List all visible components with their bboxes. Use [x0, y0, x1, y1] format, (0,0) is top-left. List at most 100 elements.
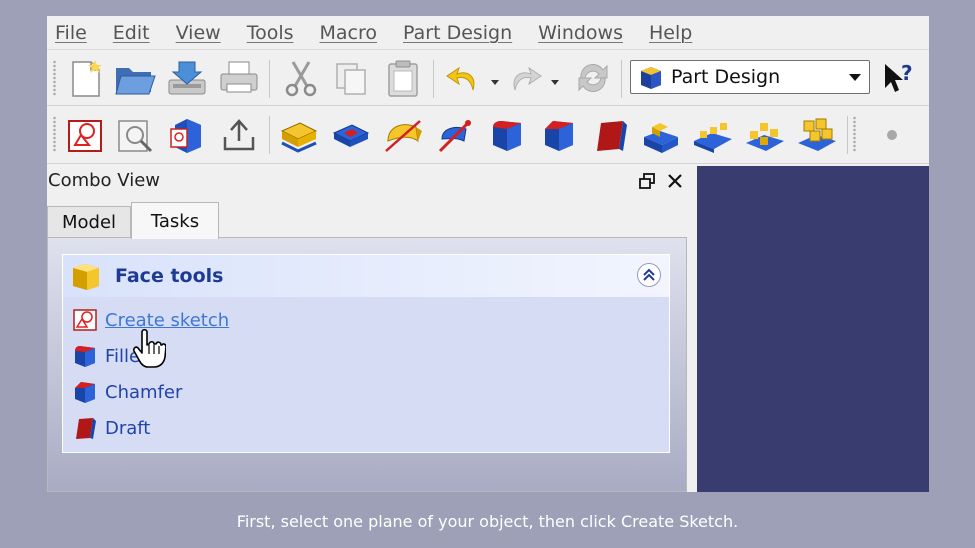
menu-file[interactable]: File	[55, 22, 87, 44]
chevron-double-up-icon	[643, 268, 655, 281]
paste-button[interactable]	[381, 56, 425, 100]
point-icon	[887, 130, 897, 140]
combo-view-titlebar: Combo View	[47, 166, 689, 196]
new-document-icon	[72, 60, 102, 97]
float-window-icon[interactable]	[639, 173, 655, 189]
fillet-tool-button[interactable]	[485, 113, 529, 157]
leave-sketch-icon	[223, 119, 255, 151]
undo-button[interactable]	[441, 56, 485, 100]
polar-pattern-button[interactable]	[743, 113, 787, 157]
redo-dropdown-icon[interactable]	[551, 80, 559, 85]
whats-this-icon: ?	[885, 61, 913, 92]
scissors-icon	[285, 61, 317, 97]
open-folder-icon	[115, 68, 156, 95]
save-button[interactable]	[165, 56, 209, 100]
create-sketch-tool-button[interactable]	[63, 113, 107, 157]
map-sketch-icon	[170, 119, 201, 153]
menu-help[interactable]: Help	[649, 22, 692, 44]
paste-icon	[388, 60, 418, 97]
tab-tasks[interactable]: Tasks	[131, 202, 219, 239]
revolution-button[interactable]	[381, 113, 425, 157]
main-toolbar: Part Design ?	[47, 50, 929, 106]
pad-button[interactable]	[277, 113, 321, 157]
multi-transform-icon	[798, 118, 836, 151]
menu-windows[interactable]: Windows	[538, 22, 623, 44]
task-box-header[interactable]: Face tools	[63, 255, 669, 297]
task-box-title: Face tools	[115, 265, 224, 287]
chamfer-tool-button[interactable]	[537, 113, 581, 157]
workbench-selected-label: Part Design	[671, 66, 781, 88]
redo-icon	[513, 66, 542, 91]
menubar: File Edit View Tools Macro Part Design W…	[47, 16, 929, 50]
3d-view[interactable]	[697, 166, 929, 492]
menu-view[interactable]: View	[176, 22, 221, 44]
mirrored-button[interactable]	[639, 113, 683, 157]
sketch-icon	[73, 309, 97, 331]
save-icon	[168, 61, 206, 95]
task-item-draft[interactable]: Draft	[73, 413, 150, 443]
map-sketch-button[interactable]	[165, 113, 209, 157]
workbench-selector[interactable]: Part Design	[630, 60, 870, 94]
print-button[interactable]	[217, 56, 261, 100]
task-item-label: Draft	[105, 417, 151, 439]
menu-edit[interactable]: Edit	[113, 22, 150, 44]
tab-model[interactable]: Model	[47, 206, 131, 238]
menu-tools[interactable]: Tools	[247, 22, 294, 44]
toolbar-grip[interactable]	[53, 116, 56, 152]
part-design-toolbar	[47, 106, 929, 164]
pad-icon	[280, 122, 318, 153]
validate-sketch-button[interactable]	[113, 113, 157, 157]
toolbar-grip[interactable]	[53, 60, 56, 96]
refresh-icon	[578, 64, 608, 92]
face-tools-icon	[73, 264, 99, 290]
undo-icon	[446, 66, 475, 91]
redo-button[interactable]	[503, 56, 547, 100]
revolution-icon	[385, 120, 422, 152]
video-caption: First, select one plane of your object, …	[236, 512, 739, 531]
menu-part-design[interactable]: Part Design	[403, 22, 512, 44]
copy-button[interactable]	[329, 56, 373, 100]
undo-dropdown-icon[interactable]	[491, 80, 499, 85]
sketch-icon	[68, 120, 102, 152]
linear-pattern-button[interactable]	[691, 113, 735, 157]
cut-button[interactable]	[279, 56, 323, 100]
view-splitter[interactable]	[689, 166, 697, 492]
measure-point-button[interactable]	[865, 113, 909, 157]
task-item-label: Chamfer	[105, 381, 183, 403]
draft-icon	[76, 418, 96, 439]
validate-sketch-icon	[118, 120, 153, 153]
menu-macro[interactable]: Macro	[320, 22, 378, 44]
freecad-window: File Edit View Tools Macro Part Design W…	[47, 16, 929, 492]
copy-icon	[336, 63, 366, 95]
new-document-button[interactable]	[63, 56, 107, 100]
close-icon[interactable]	[667, 173, 683, 189]
chevron-down-icon	[849, 74, 861, 81]
draft-icon	[597, 121, 627, 151]
polar-pattern-icon	[746, 123, 784, 151]
linear-pattern-icon	[694, 123, 732, 153]
mirrored-icon	[644, 123, 678, 153]
collapse-button[interactable]	[637, 263, 661, 287]
draft-tool-button[interactable]	[589, 113, 633, 157]
overflow-icon	[918, 115, 929, 155]
task-item-label: Create sketch	[105, 309, 230, 331]
toolbar-grip[interactable]	[853, 116, 856, 152]
refresh-button[interactable]	[571, 56, 615, 100]
fillet-icon	[493, 121, 521, 151]
part-design-workbench-icon	[641, 67, 661, 89]
chamfer-icon	[545, 121, 573, 151]
open-button[interactable]	[113, 56, 157, 100]
pocket-icon	[332, 124, 370, 147]
chamfer-icon	[75, 382, 95, 403]
print-icon	[220, 61, 258, 93]
leave-sketch-button[interactable]	[217, 113, 261, 157]
measure-more-button[interactable]	[907, 113, 929, 157]
hand-cursor-icon	[133, 328, 166, 368]
fillet-icon	[75, 346, 95, 367]
pocket-button[interactable]	[329, 113, 373, 157]
task-item-chamfer[interactable]: Chamfer	[73, 377, 182, 407]
groove-icon	[438, 119, 472, 153]
groove-button[interactable]	[433, 113, 477, 157]
multi-transform-button[interactable]	[795, 113, 839, 157]
whats-this-button[interactable]: ?	[875, 56, 919, 100]
